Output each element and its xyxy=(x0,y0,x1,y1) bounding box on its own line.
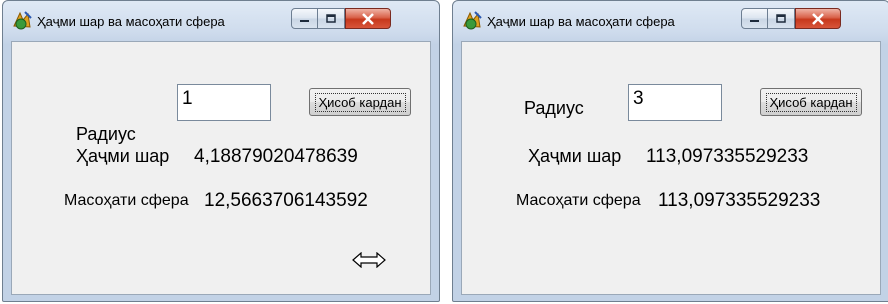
maximize-icon xyxy=(325,13,336,23)
close-icon xyxy=(812,12,824,25)
minimize-icon xyxy=(300,19,309,22)
compute-button[interactable]: Ҳисоб кардан xyxy=(309,88,411,116)
client-area: Радиус 3 Ҳисоб кардан Ҳаҷми шар 113,0973… xyxy=(461,41,881,295)
area-value: 12,5663706143592 xyxy=(204,190,368,211)
app-window-right: Ҳаҷми шар ва масоҳати сфера Радиус 3 Ҳис… xyxy=(452,0,888,302)
minimize-icon xyxy=(750,19,759,22)
title-bar[interactable]: Ҳаҷми шар ва масоҳати сфера xyxy=(453,1,888,41)
horizontal-resize-cursor-icon xyxy=(352,252,386,268)
radius-input[interactable]: 3 xyxy=(628,84,722,121)
compute-button-label: Ҳисоб кардан xyxy=(765,92,857,112)
compute-button[interactable]: Ҳисоб кардан xyxy=(760,88,862,116)
close-button[interactable] xyxy=(345,8,391,29)
close-icon xyxy=(362,12,374,25)
title-bar[interactable]: Ҳаҷми шар ва масоҳати сфера xyxy=(3,1,439,41)
minimize-button[interactable] xyxy=(291,8,318,29)
window-title: Ҳаҷми шар ва масоҳати сфера xyxy=(487,14,675,29)
maximize-button[interactable] xyxy=(768,8,795,29)
maximize-icon xyxy=(775,13,786,23)
app-window-left: Ҳаҷми шар ва масоҳати сфера Радиус 1 Ҳис… xyxy=(2,0,440,302)
volume-label: Ҳаҷми шар xyxy=(528,146,622,166)
radius-input[interactable]: 1 xyxy=(177,84,271,121)
close-button[interactable] xyxy=(795,8,841,29)
window-title: Ҳаҷми шар ва масоҳати сфера xyxy=(37,14,225,29)
radius-label: Радиус xyxy=(524,98,584,118)
app-icon xyxy=(13,11,32,30)
area-label: Масоҳати сфера xyxy=(516,192,641,209)
volume-value: 113,097335529233 xyxy=(646,146,809,167)
compute-button-label: Ҳисоб кардан xyxy=(314,92,406,112)
area-value: 113,097335529233 xyxy=(658,190,821,211)
maximize-button[interactable] xyxy=(318,8,345,29)
minimize-button[interactable] xyxy=(741,8,768,29)
volume-label: Ҳаҷми шар xyxy=(76,146,170,166)
app-icon xyxy=(463,11,482,30)
volume-value: 4,18879020478639 xyxy=(194,146,358,167)
client-area: Радиус 1 Ҳисоб кардан Ҳаҷми шар 4,188790… xyxy=(11,41,431,295)
area-label: Масоҳати сфера xyxy=(64,192,189,209)
radius-label: Радиус xyxy=(76,124,136,144)
